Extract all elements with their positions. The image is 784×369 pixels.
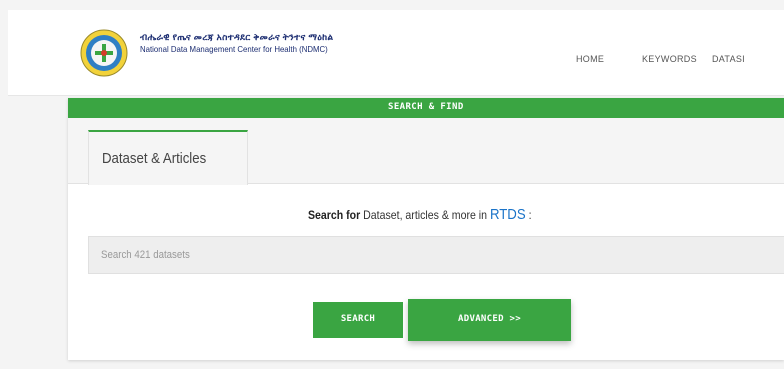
rtds-brand: RTDS (489, 206, 526, 223)
tab-strip: Dataset & Articles (68, 118, 784, 185)
advanced-button-label: ADVANCED >> (458, 314, 521, 324)
search-card: SEARCH & FIND Dataset & Articles Search … (68, 98, 784, 360)
search-placeholder: Search 421 datasets (101, 249, 190, 261)
nav-datasets-link[interactable]: DATASI (712, 54, 745, 64)
ephi-seal-icon[interactable] (80, 29, 128, 77)
search-prompt-text: Dataset, articles & more in (360, 208, 490, 222)
tab-dataset-articles[interactable]: Dataset & Articles (88, 130, 248, 185)
advanced-search-button[interactable]: ADVANCED >> (408, 299, 571, 341)
main-nav: HOME KEYWORDS DATASI (576, 54, 745, 64)
section-title: SEARCH & FIND (388, 102, 464, 112)
search-prompt-suffix: : (525, 208, 532, 222)
org-name: National Data Management Center for Heal… (140, 44, 328, 54)
section-title-bar: SEARCH & FIND (68, 98, 784, 118)
search-prompt: Search for Dataset, articles & more in R… (308, 206, 532, 223)
search-prompt-bold: Search for (308, 208, 361, 222)
site-header: ብሔራዊ የጤና መረጃ አስተዳደር ቅመራና ትንተና ማዕከል Natio… (8, 10, 784, 96)
org-name-amharic: ብሔራዊ የጤና መረጃ አስተዳደር ቅመራና ትንተና ማዕከል (140, 32, 334, 42)
nav-keywords-link[interactable]: KEYWORDS (642, 54, 712, 64)
search-input[interactable]: Search 421 datasets (88, 236, 784, 274)
search-button-label: SEARCH (340, 314, 376, 324)
tab-label: Dataset & Articles (102, 150, 207, 167)
nav-home-link[interactable]: HOME (576, 54, 642, 64)
search-button[interactable]: SEARCH (313, 302, 403, 338)
